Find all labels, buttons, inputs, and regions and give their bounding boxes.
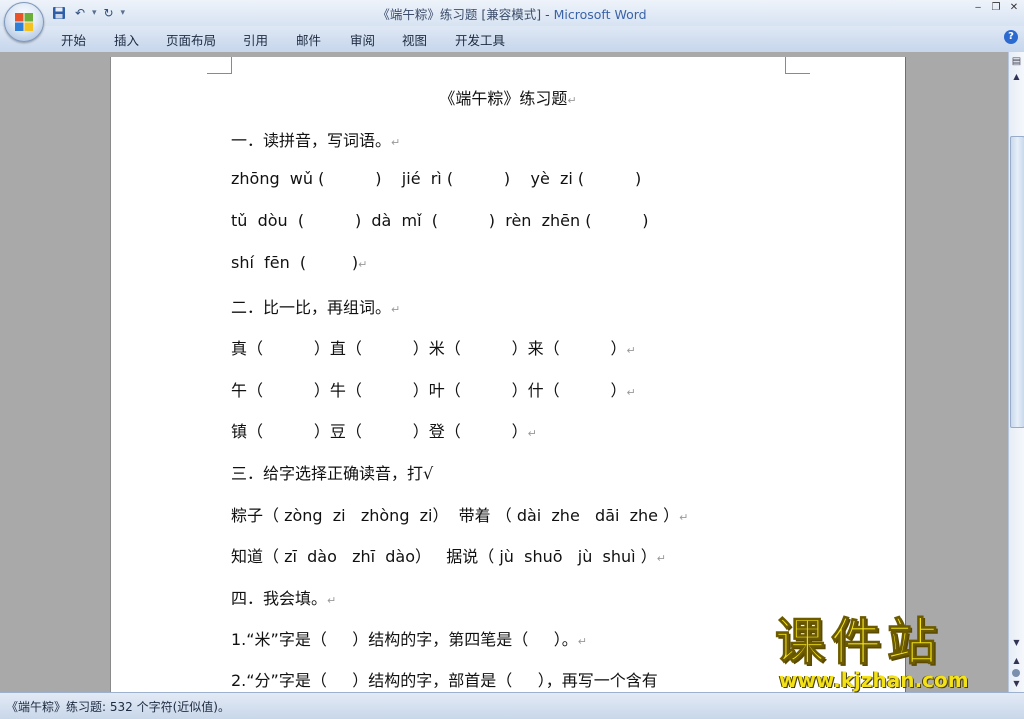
view-ruler-icon[interactable]: ▤ [1010,56,1023,69]
compare-row-2: 午（ ）牛（ ）叶（ ）什（ ）↵ [231,377,636,401]
paragraph-mark: ↵ [327,594,337,607]
office-logo-icon [15,13,33,31]
line-text: 二．比一比，再组词。 [231,298,392,317]
paragraph-mark: ↵ [577,635,587,648]
section-4-heading: 四．我会填。↵ [231,585,336,609]
line-text: shí fēn ( ) [231,253,359,272]
document-title-text: 《端午粽》练习题 [439,89,568,108]
fill-row-1: 1.“米”字是（ ）结构的字，第四笔是（ ）。↵ [231,626,587,650]
compare-row-1: 真（ ）直（ ）米（ ）来（ ）↵ [231,335,636,359]
status-bar: 《端午粽》练习题: 532 个字符(近似值)。 [0,692,1024,719]
previous-page-icon[interactable]: ▲ [1010,656,1023,666]
ribbon-tabs: 开始 插入 页面布局 引用 邮件 审阅 视图 开发工具 ? [0,26,1024,53]
watermark-url: www.kjzhan.com [779,668,969,692]
reading-row-1: 粽子（ zòng zi zhòng zi） 带着 （ dài zhe dāi z… [231,502,688,526]
window-title-doc: 《端午粽》练习题 [兼容模式] [377,7,542,22]
minimize-icon[interactable]: ‒ [972,2,984,14]
section-2-heading: 二．比一比，再组词。↵ [231,294,400,318]
scroll-up-icon[interactable]: ▲ [1010,72,1023,86]
reading-row-2: 知道（ zī dào zhī dào） 据说（ jù shuō jù shuì … [231,543,666,567]
tab-page-layout[interactable]: 页面布局 [166,30,216,49]
status-word-count[interactable]: 《端午粽》练习题: 532 个字符(近似值)。 [6,698,230,715]
document-title: 《端午粽》练习题↵ [111,85,905,109]
scroll-down-icon[interactable]: ▼ [1010,638,1023,652]
window-title-sep: - [541,7,554,22]
paragraph-mark: ↵ [391,136,401,149]
line-text: 午（ ）牛（ ）叶（ ）什（ ） [231,381,627,400]
line-text: 镇（ ）豆（ ）登（ ） [231,422,528,441]
paragraph-mark: ↵ [679,511,689,524]
select-browse-object-icon[interactable] [1012,669,1020,677]
paragraph-mark: ↵ [567,94,577,107]
help-icon[interactable]: ? [1004,30,1018,44]
tab-developer[interactable]: 开发工具 [455,30,505,49]
line-text: 粽子（ zòng zi zhòng zi） 带着 （ dài zhe dāi z… [231,506,680,525]
document-page[interactable]: 《端午粽》练习题↵ 一．读拼音，写词语。↵ zhōng wǔ ( ) jié r… [110,57,906,697]
tab-review[interactable]: 审阅 [350,30,375,49]
compare-row-3: 镇（ ）豆（ ）登（ ）↵ [231,418,537,442]
tab-view[interactable]: 视图 [402,30,427,49]
paragraph-mark: ↵ [527,427,537,440]
pinyin-row-3: shí fēn ( )↵ [231,253,367,272]
line-text: 知道（ zī dào zhī dào） 据说（ jù shuō jù shuì … [231,547,657,566]
line-text: 1.“米”字是（ ）结构的字，第四笔是（ ）。 [231,630,578,649]
tab-references[interactable]: 引用 [243,30,268,49]
margin-corner-top-left [207,57,232,74]
restore-icon[interactable]: ❐ [990,2,1002,14]
scroll-thumb[interactable] [1010,136,1024,428]
paragraph-mark: ↵ [391,303,401,316]
tab-home[interactable]: 开始 [61,30,86,49]
site-watermark-logo: 课件站 www.kjzhan.com [775,612,1007,694]
close-icon[interactable]: ✕ [1008,2,1020,14]
next-page-icon[interactable]: ▼ [1010,679,1023,689]
vertical-scrollbar[interactable]: ▤ ▲ ▼ ▲ ▼ [1008,52,1024,692]
paragraph-mark: ↵ [656,552,666,565]
tab-insert[interactable]: 插入 [114,30,139,49]
title-bar: ↶ ▾ ↻ ▾ 《端午粽》练习题 [兼容模式] - Microsoft Word… [0,0,1024,26]
paragraph-mark: ↵ [626,344,636,357]
watermark-main-text: 课件站 [775,613,943,672]
office-button[interactable] [4,2,44,42]
pinyin-row-2: tǔ dòu ( ) dà mǐ ( ) rèn zhēn ( ) [231,211,649,230]
tab-mailings[interactable]: 邮件 [296,30,321,49]
fill-row-2: 2.“分”字是（ ）结构的字，部首是（ ），再写一个含有 [231,671,658,690]
section-3-heading: 三．给字选择正确读音，打√ [231,464,434,483]
window-controls: ‒ ❐ ✕ [972,2,1020,14]
line-text: 真（ ）直（ ）米（ ）来（ ） [231,339,627,358]
pinyin-row-1: zhōng wǔ ( ) jié rì ( ) yè zi ( ) [231,169,642,188]
section-1-heading: 一．读拼音，写词语。↵ [231,127,400,151]
line-text: 四．我会填。 [231,589,328,608]
margin-corner-top-right [785,57,810,74]
window-title-app: Microsoft Word [553,7,647,22]
paragraph-mark: ↵ [358,258,368,271]
paragraph-mark: ↵ [626,386,636,399]
window-title: 《端午粽》练习题 [兼容模式] - Microsoft Word [0,4,1024,23]
line-text: 一．读拼音，写词语。 [231,131,392,150]
